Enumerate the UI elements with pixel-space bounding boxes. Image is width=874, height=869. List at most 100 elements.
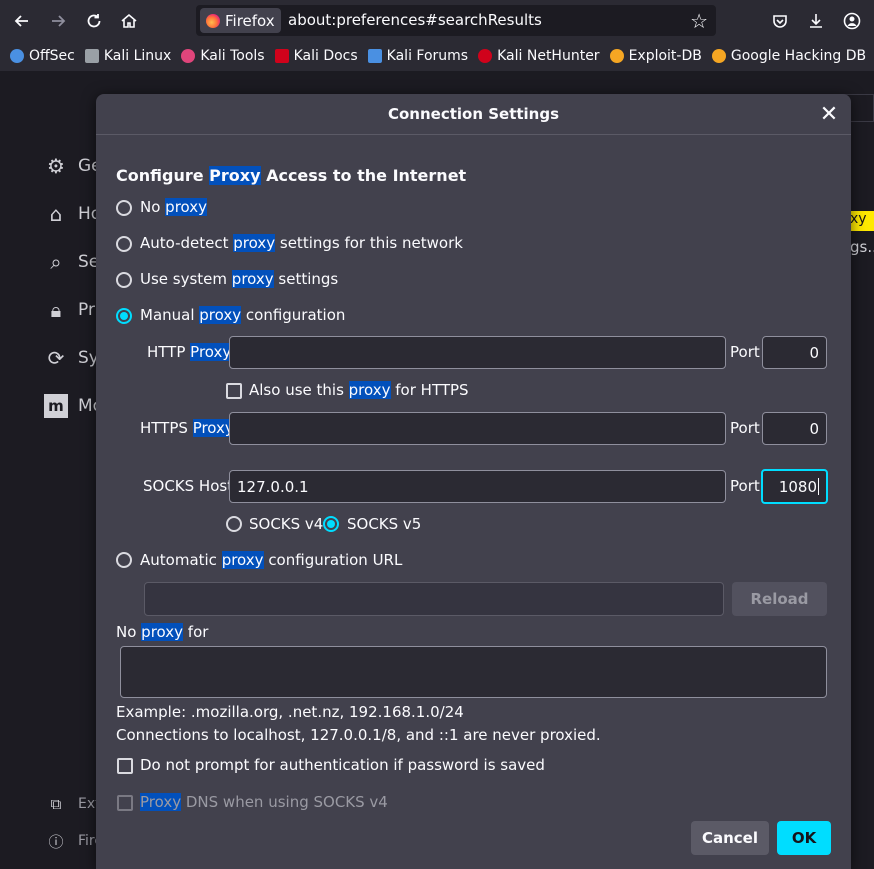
https-port-label: Port — [730, 419, 760, 437]
socks-port-label: Port — [730, 477, 760, 495]
background-settings-text: gs... — [850, 238, 874, 256]
sidebar-item-general[interactable]: ⚙ Ge — [44, 154, 102, 178]
downloads-button[interactable] — [803, 8, 829, 34]
example-text: Example: .mozilla.org, .net.nz, 192.168.… — [116, 703, 464, 721]
url-text[interactable]: about:preferences#searchResults — [288, 11, 542, 29]
http-port-label: Port — [730, 343, 760, 361]
no-proxy-radio[interactable] — [116, 200, 132, 216]
kali-forums-icon — [367, 49, 382, 63]
ok-button[interactable]: OK — [777, 821, 831, 855]
also-https-label[interactable]: Also use this proxy for HTTPS — [249, 381, 469, 399]
background-search-highlight: xy — [850, 211, 874, 231]
home-button[interactable] — [116, 8, 142, 34]
bookmark-kali-linux[interactable]: Kali Linux — [84, 48, 171, 64]
sidebar-item-privacy[interactable]: 🔒︎ Pri — [44, 298, 100, 322]
help-icon: ⓘ — [48, 832, 64, 851]
socks-host-label: SOCKS Host — [143, 477, 234, 495]
auto-url-label[interactable]: Automatic proxy configuration URL — [140, 551, 402, 569]
gear-icon: ⚙ — [47, 154, 65, 178]
no-prompt-auth-checkbox[interactable] — [117, 758, 133, 774]
pocket-icon — [773, 15, 787, 28]
firefox-logo-icon — [206, 13, 220, 28]
bookmark-google-hacking-db[interactable]: Google Hacking DB — [711, 48, 866, 64]
download-icon — [810, 14, 822, 28]
proxy-dns-label[interactable]: Proxy DNS when using SOCKS v4 — [140, 793, 388, 811]
dialog-title: Connection Settings — [96, 94, 851, 135]
no-proxy-for-textarea[interactable] — [120, 646, 827, 698]
home-icon — [121, 13, 137, 28]
kali-tools-icon — [181, 49, 196, 63]
socks-v4-radio[interactable] — [226, 516, 242, 532]
socks-v4-label[interactable]: SOCKS v4 — [249, 515, 323, 533]
no-prompt-auth-label[interactable]: Do not prompt for authentication if pass… — [140, 756, 545, 774]
pocket-button[interactable] — [767, 8, 793, 34]
manual-proxy-label[interactable]: Manual proxy configuration — [140, 306, 345, 324]
no-proxy-for-label: No proxy for — [116, 623, 209, 641]
also-https-checkbox[interactable] — [226, 383, 242, 399]
bookmark-kali-tools[interactable]: Kali Tools — [181, 48, 265, 64]
identity-label: Firefox — [225, 11, 275, 30]
manual-proxy-radio[interactable] — [116, 308, 132, 324]
socks-v5-radio[interactable] — [323, 516, 339, 532]
system-proxy-radio[interactable] — [116, 272, 132, 288]
exploit-db-icon — [609, 49, 624, 63]
http-proxy-input[interactable] — [229, 336, 726, 369]
cancel-button[interactable]: Cancel — [691, 821, 769, 855]
identity-box[interactable]: Firefox — [200, 8, 281, 33]
reload-icon — [87, 14, 101, 28]
bookmarks-toolbar: OffSec Kali Linux Kali Tools Kali Docs K… — [0, 41, 874, 71]
offsec-icon — [10, 49, 24, 63]
socks-port-input[interactable]: 1080 — [761, 469, 828, 504]
sidebar-item-search[interactable]: ⌕ Se — [44, 250, 99, 274]
sidebar-item-home[interactable]: ⌂ Ho — [44, 202, 102, 226]
proxy-dns-checkbox[interactable] — [117, 795, 133, 811]
home-icon: ⌂ — [49, 202, 63, 226]
sidebar-item-more-from-mozilla[interactable]: m Mo — [44, 394, 103, 418]
browser-toolbar: Firefox about:preferences#searchResults … — [0, 0, 874, 41]
bookmark-star-icon[interactable]: ☆ — [690, 9, 708, 33]
socks-v5-label[interactable]: SOCKS v5 — [347, 515, 421, 533]
back-arrow-icon — [14, 15, 28, 27]
http-proxy-label: HTTP Proxy — [147, 343, 232, 361]
socks-host-input[interactable]: 127.0.0.1 — [229, 470, 726, 503]
url-bar[interactable]: Firefox about:preferences#searchResults … — [196, 5, 716, 36]
auto-url-radio[interactable] — [116, 552, 132, 568]
sidebar-item-firefox-support[interactable]: ⓘ Fire — [44, 829, 103, 853]
https-port-input[interactable]: 0 — [762, 412, 827, 445]
ghdb-icon — [711, 49, 726, 63]
reload-button[interactable]: Reload — [732, 582, 827, 616]
connection-settings-dialog: Connection Settings ✕ Configure Proxy Ac… — [96, 94, 851, 869]
auto-detect-radio[interactable] — [116, 236, 132, 252]
lock-icon: 🔒︎ — [50, 298, 62, 322]
https-proxy-input[interactable] — [229, 412, 726, 445]
sidebar-item-extensions[interactable]: ⧉ Ext — [44, 792, 101, 816]
bookmark-kali-forums[interactable]: Kali Forums — [367, 48, 468, 64]
proxy-heading: Configure Proxy Access to the Internet — [116, 166, 467, 185]
search-icon: ⌕ — [50, 250, 62, 274]
sync-icon: ⟳ — [47, 346, 65, 370]
bookmark-kali-docs[interactable]: Kali Docs — [274, 48, 358, 64]
sidebar-item-sync[interactable]: ⟳ Syı — [44, 346, 104, 370]
bookmark-exploit-db[interactable]: Exploit-DB — [609, 48, 702, 64]
nethunter-icon — [478, 49, 493, 63]
forward-button[interactable] — [45, 8, 71, 34]
system-proxy-label[interactable]: Use system proxy settings — [140, 270, 338, 288]
back-button[interactable] — [9, 8, 35, 34]
kali-dragon-icon — [84, 49, 99, 63]
http-port-input[interactable]: 0 — [762, 336, 827, 369]
forward-arrow-icon — [52, 15, 66, 27]
text-caret — [818, 478, 819, 495]
mozilla-icon: m — [44, 394, 68, 418]
reload-button[interactable] — [81, 8, 107, 34]
https-proxy-label: HTTPS Proxy — [140, 419, 234, 437]
localhost-note: Connections to localhost, 127.0.0.1/8, a… — [116, 726, 601, 744]
kali-docs-icon — [274, 49, 289, 63]
no-proxy-label[interactable]: No proxy — [140, 198, 208, 216]
close-icon[interactable]: ✕ — [817, 103, 841, 127]
auto-detect-label[interactable]: Auto-detect proxy settings for this netw… — [140, 234, 463, 252]
bookmark-kali-nethunter[interactable]: Kali NetHunter — [478, 48, 600, 64]
account-button[interactable] — [839, 8, 865, 34]
account-icon — [843, 12, 861, 30]
auto-url-input[interactable] — [144, 582, 724, 616]
bookmark-offsec[interactable]: OffSec — [10, 48, 75, 64]
